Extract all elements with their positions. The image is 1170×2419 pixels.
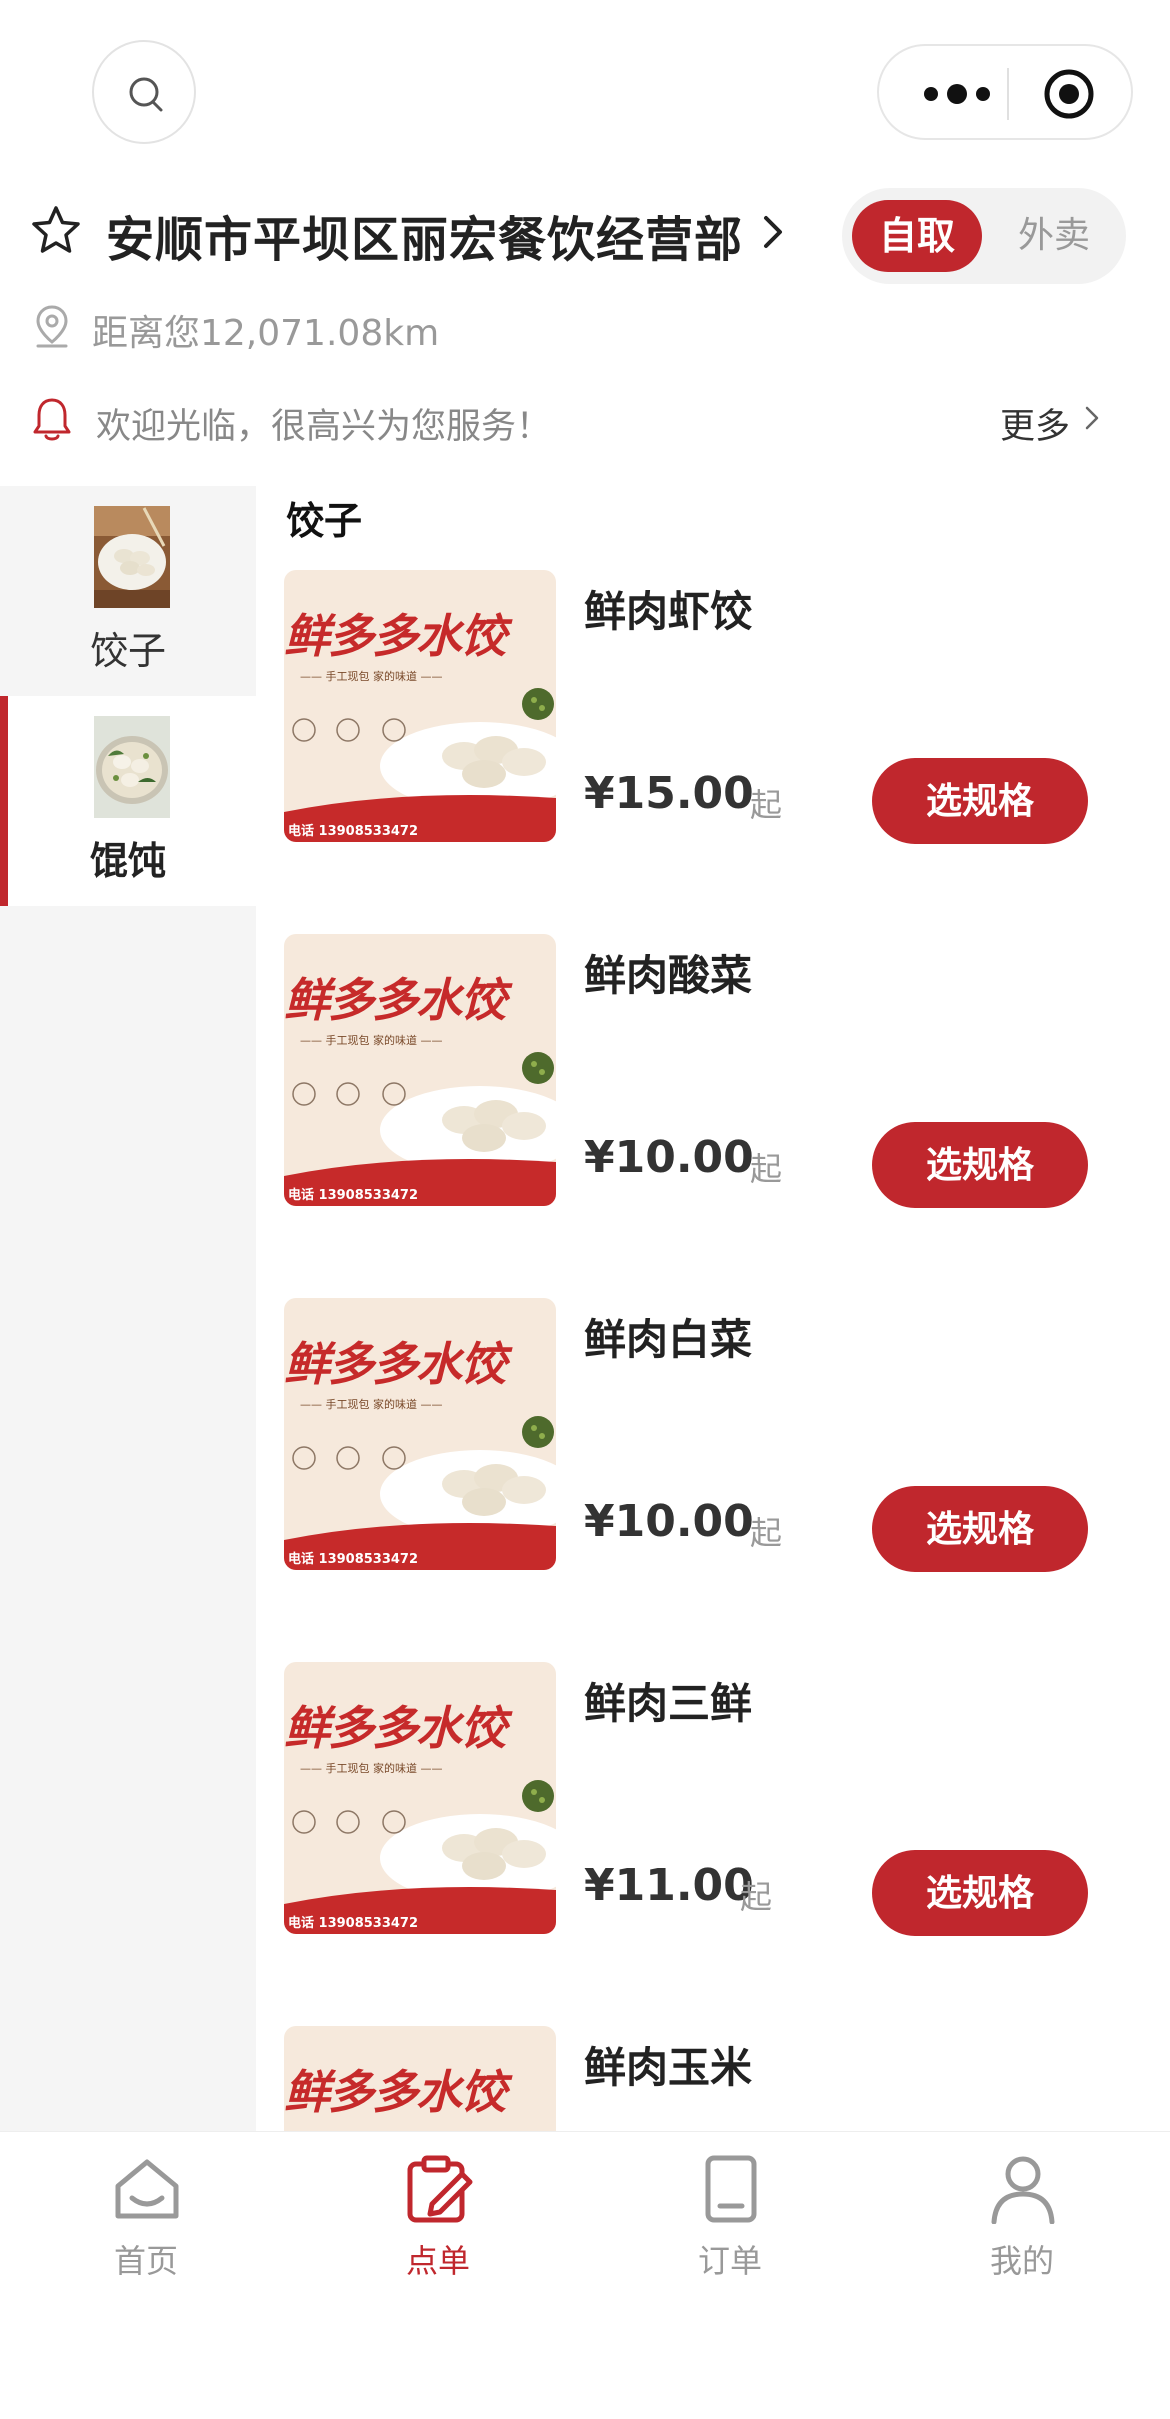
banner-title: 鲜多多水饺 [284,609,506,663]
more-dots-icon[interactable] [909,74,1005,114]
chevron-right-icon [764,216,782,248]
product-image[interactable]: 鲜多多水饺 —— 手工现包 家的味道 —— 电话 13908533472 [284,934,556,1206]
mini-program-capsule [877,44,1133,140]
receipt-icon [705,2155,757,2223]
more-link[interactable]: 更多 [1000,398,1070,449]
bell-icon [33,398,71,441]
product-card: 鲜多多水饺 —— 手工现包 家的味道 —— 电话 13908533472 鲜肉三… [256,1662,1170,1962]
product-list: 饺子 鲜多多水饺 —— 手工现包 家的味道 —— 电话 13908533472 … [256,486,1170,2131]
capsule-divider [1007,68,1009,120]
product-price: ¥10.00 [584,1132,754,1183]
store-header: 安顺市平坝区丽宏餐饮经营部 自取 外卖 [0,188,1170,290]
product-card: 鲜多多水饺 鲜肉玉米 [256,2026,1170,2131]
banner-title: 鲜多多水饺 [284,1701,506,1755]
product-price: ¥10.00 [584,1496,754,1547]
search-icon [129,77,163,112]
distance-row: 距离您12,071.08km [0,296,1170,356]
product-image[interactable]: 鲜多多水饺 —— 手工现包 家的味道 —— 电话 13908533472 [284,570,556,842]
product-image[interactable]: 鲜多多水饺 —— 手工现包 家的味道 —— 电话 13908533472 [284,1298,556,1570]
tab-label: 我的 [989,2242,1054,2280]
user-icon [991,2156,1055,2224]
category-item-dumplings[interactable]: 饺子 [0,486,256,696]
product-name: 鲜肉虾饺 [584,587,753,636]
tab-order[interactable]: 点单 [292,2132,584,2292]
banner-subtitle: —— 手工现包 家的味道 —— [300,1398,443,1411]
banner-phone: 电话 13908533472 [288,1916,419,1931]
banner-title: 鲜多多水饺 [284,2065,506,2119]
store-name[interactable]: 安顺市平坝区丽宏餐饮经营部 [106,200,743,270]
top-bar [0,0,1170,190]
category-sidebar: 饺子 馄饨 [0,486,256,2131]
price-suffix: 起 [750,786,783,824]
banner-phone: 电话 13908533472 [288,824,419,839]
tab-label: 订单 [697,2242,762,2280]
banner-subtitle: —— 手工现包 家的味道 —— [300,1762,443,1775]
close-target-icon[interactable] [1043,68,1095,120]
banner-subtitle: —— 手工现包 家的味道 —— [300,1034,443,1047]
tab-home[interactable]: 首页 [0,2132,292,2292]
banner-title: 鲜多多水饺 [284,973,506,1027]
search-button[interactable] [92,40,196,144]
product-image[interactable]: 鲜多多水饺 —— 手工现包 家的味道 —— 电话 13908533472 [284,1662,556,1934]
location-pin-icon [36,305,68,348]
category-item-wonton[interactable]: 馄饨 [0,696,256,906]
product-image[interactable]: 鲜多多水饺 [284,2026,556,2131]
banner-phone: 电话 13908533472 [288,1188,419,1203]
product-card: 鲜多多水饺 —— 手工现包 家的味道 —— 电话 13908533472 鲜肉虾… [256,570,1170,870]
banner-phone: 电话 13908533472 [288,1552,419,1567]
category-label: 饺子 [89,629,166,673]
price-suffix: 起 [740,1878,773,1916]
product-card: 鲜多多水饺 —— 手工现包 家的味道 —— 电话 13908533472 鲜肉白… [256,1298,1170,1598]
banner-subtitle: —— 手工现包 家的味道 —— [300,670,443,683]
price-suffix: 起 [750,1150,783,1188]
bottom-tab-bar: 首页 点单 订单 我的 [0,2131,1170,2419]
notice-row: 欢迎光临，很高兴为您服务！ 更多 [0,390,1170,450]
chevron-right-icon [1085,406,1099,430]
category-thumbnail [94,716,170,818]
banner-title: 鲜多多水饺 [284,1337,506,1391]
notice-text: 欢迎光临，很高兴为您服务！ [96,407,552,447]
category-label: 馄饨 [89,839,166,883]
select-spec-button[interactable]: 选规格 [872,758,1088,844]
select-spec-button[interactable]: 选规格 [872,1850,1088,1936]
section-title: 饺子 [286,499,363,543]
select-spec-button[interactable]: 选规格 [872,1486,1088,1572]
pickup-mode-button[interactable]: 自取 [852,200,982,272]
order-edit-icon [407,2155,473,2223]
delivery-mode-button[interactable]: 外卖 [992,200,1116,272]
product-price: ¥15.00 [584,768,754,819]
home-icon [115,2159,179,2219]
category-thumbnail [94,506,170,608]
distance-text: 距离您12,071.08km [92,313,440,354]
price-suffix: 起 [750,1514,783,1552]
product-name: 鲜肉三鲜 [584,1679,753,1728]
favorite-star-icon[interactable] [30,204,82,256]
tab-profile[interactable]: 我的 [876,2132,1168,2292]
tab-label: 点单 [405,2242,470,2280]
tab-label: 首页 [113,2242,178,2280]
product-name: 鲜肉酸菜 [584,951,753,1000]
pickup-delivery-toggle: 自取 外卖 [842,188,1126,284]
product-name: 鲜肉玉米 [584,2043,753,2092]
product-card: 鲜多多水饺 —— 手工现包 家的味道 —— 电话 13908533472 鲜肉酸… [256,934,1170,1234]
tab-orders[interactable]: 订单 [584,2132,876,2292]
product-name: 鲜肉白菜 [584,1315,753,1364]
product-price: ¥11.00 [584,1860,754,1911]
select-spec-button[interactable]: 选规格 [872,1122,1088,1208]
